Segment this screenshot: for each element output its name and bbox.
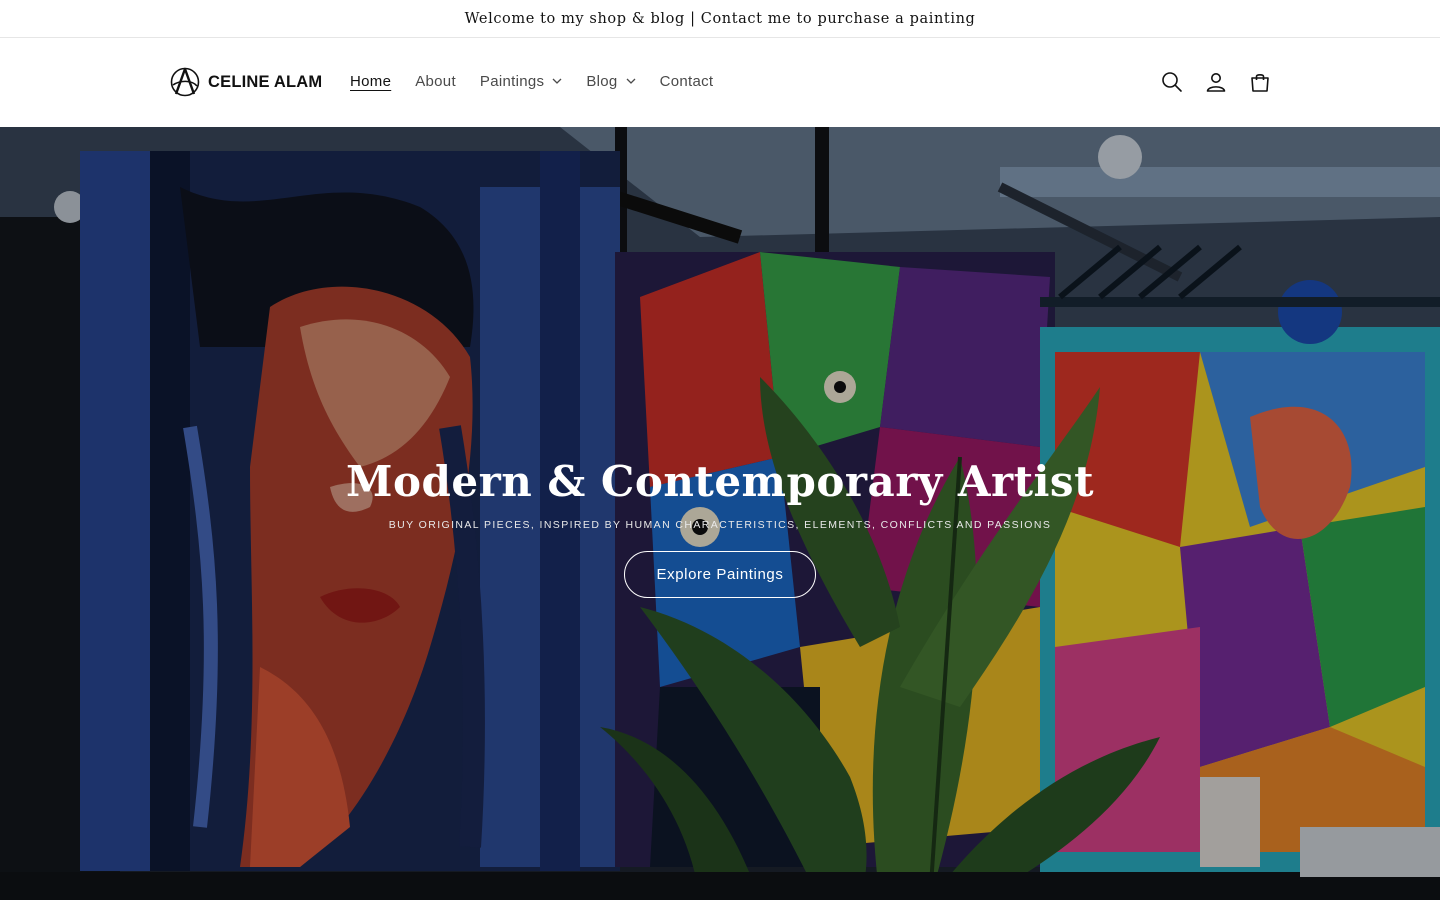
announcement-text: Welcome to my shop & blog | Contact me t…: [464, 10, 976, 27]
nav-item-home[interactable]: Home: [338, 68, 403, 94]
nav-item-label: Contact: [659, 72, 714, 90]
nav-item-label: Blog: [586, 72, 618, 90]
site-header: CELINE ALAM Home About Paintings Blog Co…: [0, 38, 1440, 127]
nav-item-contact[interactable]: Contact: [648, 68, 726, 94]
nav-item-label: Paintings: [479, 72, 545, 90]
hero-subtitle: BUY ORIGINAL PIECES, INSPIRED BY HUMAN C…: [388, 519, 1052, 532]
hero-title: Modern & Contemporary Artist: [346, 457, 1094, 506]
header-icons: [1150, 60, 1282, 104]
main-nav: Home About Paintings Blog Contact: [338, 68, 725, 94]
search-button[interactable]: [1150, 60, 1194, 104]
announcement-bar: Welcome to my shop & blog | Contact me t…: [0, 0, 1440, 38]
hero-content: Modern & Contemporary Artist BUY ORIGINA…: [0, 457, 1440, 599]
cart-icon: [1251, 73, 1269, 92]
nav-item-blog[interactable]: Blog: [574, 68, 647, 94]
account-icon: [1206, 73, 1226, 92]
account-button[interactable]: [1194, 60, 1238, 104]
cart-button[interactable]: [1238, 60, 1282, 104]
search-icon: [1162, 72, 1182, 92]
logo-mark-icon: [170, 67, 200, 97]
hero-banner: Modern & Contemporary Artist BUY ORIGINA…: [0, 127, 1440, 900]
chevron-down-icon: [552, 78, 562, 84]
explore-paintings-button[interactable]: Explore Paintings: [624, 551, 816, 599]
nav-item-paintings[interactable]: Paintings: [468, 68, 574, 94]
nav-item-label: About: [415, 72, 456, 90]
logo-link[interactable]: CELINE ALAM: [170, 65, 322, 99]
chevron-down-icon: [626, 78, 636, 84]
nav-item-label: Home: [350, 72, 392, 90]
nav-item-about[interactable]: About: [403, 68, 468, 94]
logo-text: CELINE ALAM: [208, 72, 323, 91]
